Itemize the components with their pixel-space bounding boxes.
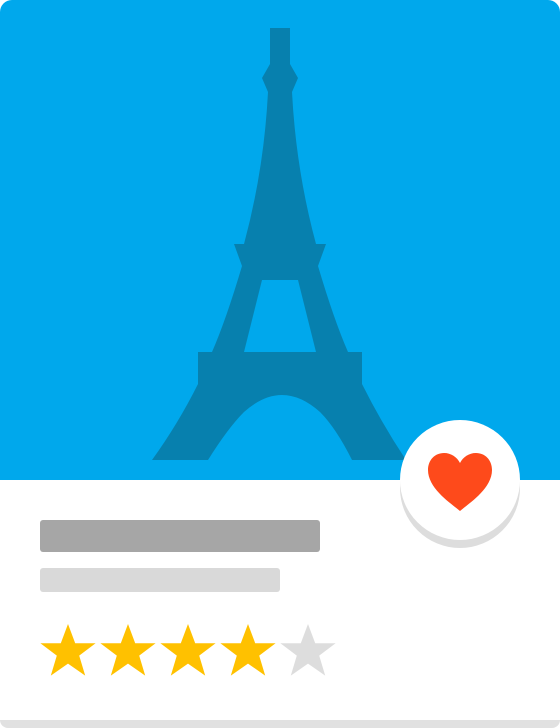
star-icon-5[interactable] [278,622,338,682]
star-icon-4[interactable] [218,622,278,682]
star-icon-3[interactable] [158,622,218,682]
star-shape [40,624,96,676]
eiffel-tower-icon [152,28,406,460]
star-icon-1[interactable] [38,622,98,682]
card-hero-image [0,0,560,480]
star-rating[interactable] [38,622,338,682]
favorite-button-wrap [400,420,520,548]
star-icon-2[interactable] [98,622,158,682]
star-shape [220,624,276,676]
subtitle-placeholder [40,568,280,592]
star-shape [100,624,156,676]
heart-icon [428,453,492,511]
favorite-button[interactable] [400,420,520,540]
star-shape [280,624,336,676]
eiffel-tower-shape [152,28,406,460]
landmark-card [0,0,560,728]
heart-shape [428,453,492,511]
card-body [0,0,560,720]
card-shadow [0,720,560,728]
title-placeholder [40,520,320,552]
star-shape [160,624,216,676]
